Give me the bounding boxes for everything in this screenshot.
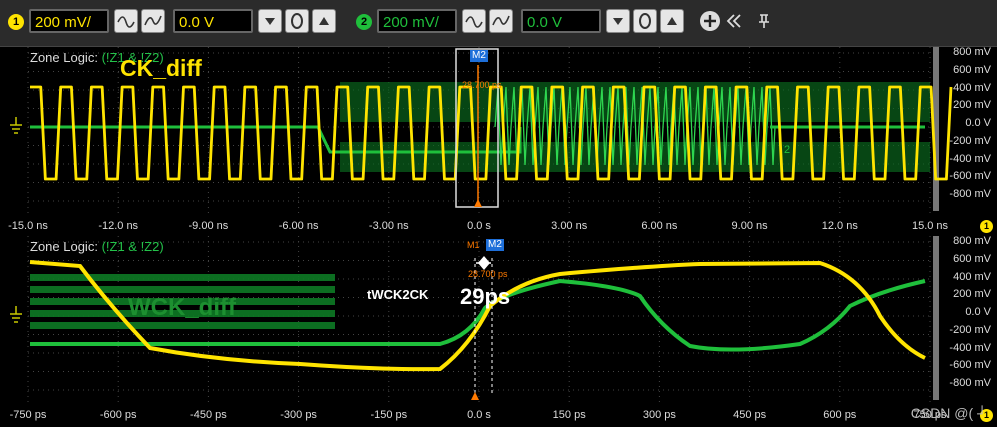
x-tick-label: -6.00 ns	[278, 220, 319, 232]
x-tick-label: 600 ps	[823, 409, 857, 421]
add-channel-icon[interactable]	[700, 11, 720, 31]
marker-delta-value: 28.700 ps	[468, 269, 508, 279]
signal-name-wck-diff: WCK_diff	[128, 294, 236, 321]
marker-m2-value: 28.700 ps	[462, 80, 502, 90]
watermark: CSDN @( ┘	[910, 405, 987, 421]
marker-m2-tag[interactable]: M2	[470, 50, 488, 62]
x-tick-label: 12.0 ns	[821, 220, 858, 232]
x-tick-label: 150 ps	[552, 409, 586, 421]
y-tick-label: 400 mV	[953, 270, 991, 283]
y-tick-label: -600 mV	[949, 359, 991, 372]
zero-icon[interactable]	[633, 9, 657, 33]
dc-coupling-icon[interactable]	[489, 9, 513, 33]
zero-icon[interactable]	[285, 9, 309, 33]
x-tick-label: 6.00 ns	[641, 220, 678, 232]
ch2-offset-field[interactable]: 0.0 V	[521, 9, 601, 33]
y-tick-label: -800 mV	[949, 377, 991, 389]
y-tick-label: 400 mV	[953, 81, 991, 94]
wck-eye-bar	[30, 322, 335, 329]
y-tick-label: 0.0 V	[965, 306, 991, 318]
twck2ck-value: 29ps	[460, 284, 511, 309]
decrease-icon[interactable]	[258, 9, 282, 33]
pin-icon[interactable]	[754, 11, 774, 31]
collapse-icon[interactable]	[724, 11, 744, 31]
y-tick-label: -400 mV	[949, 152, 991, 165]
decrease-icon[interactable]	[606, 9, 630, 33]
ac-coupling-icon[interactable]	[462, 9, 486, 33]
wck-eye-bar	[30, 286, 335, 293]
ch1-offset-field[interactable]: 0.0 V	[173, 9, 253, 33]
signal-name-ck-diff: CK_diff	[120, 55, 202, 81]
y-tick-label: -600 mV	[949, 170, 991, 183]
increase-icon[interactable]	[660, 9, 684, 33]
zone-logic-label: Zone Logic: (!Z1 & !Z2)	[30, 239, 164, 254]
channel-2-badge[interactable]: 2	[356, 14, 372, 30]
wck-eye-bar	[30, 274, 335, 281]
x-tick-label: -9.00 ns	[188, 220, 229, 232]
dc-coupling-icon[interactable]	[141, 9, 165, 33]
y-tick-label: -800 mV	[949, 188, 991, 200]
y-tick-label: 200 mV	[953, 288, 991, 301]
y-tick-label: 600 mV	[953, 252, 991, 265]
x-tick-label: 0.0 s	[467, 409, 491, 421]
x-tick-label: 15.0 ns	[911, 220, 949, 232]
marker-m1-tag[interactable]: M1	[467, 240, 480, 250]
ch2-scale-field[interactable]: 200 mV/	[377, 9, 457, 33]
y-tick-label: 200 mV	[953, 99, 991, 112]
ch1-scale-field[interactable]: 200 mV/	[29, 9, 109, 33]
y-tick-label: -400 mV	[949, 341, 991, 354]
top-waveform-panel[interactable]: Zone Logic: (!Z1 & !Z2) CK_diff M2 28.70…	[0, 46, 997, 217]
x-tick-label: -3.00 ns	[368, 220, 409, 232]
channel-1-badge[interactable]: 1	[8, 14, 24, 30]
x-tick-label: -750 ps	[9, 409, 47, 421]
channel-toolbar: 1 200 mV/ 0.0 V 2 200 mV/ 0.0 V	[0, 0, 997, 47]
bottom-waveform-panel[interactable]: Zone Logic: (!Z1 & !Z2) WCK_diff M1 M2 2…	[0, 235, 997, 406]
y-tick-label: 800 mV	[953, 46, 991, 58]
top-x-axis: -15.0 ns -12.0 ns -9.00 ns -6.00 ns -3.00 ns…	[0, 218, 997, 236]
x-tick-label: 300 ps	[642, 409, 676, 421]
x-tick-label: 3.00 ns	[551, 220, 588, 232]
x-tick-label: -300 ps	[280, 409, 317, 421]
x-tick-label: 450 ps	[733, 409, 767, 421]
y-tick-label: -200 mV	[949, 134, 991, 147]
y-tick-label: 800 mV	[953, 235, 991, 247]
x-tick-label: 9.00 ns	[731, 220, 768, 232]
marker-m2-tag[interactable]: M2	[486, 239, 504, 251]
bottom-x-axis: -750 ps -600 ps -450 ps -300 ps -150 ps 0.0 s…	[0, 407, 997, 427]
x-tick-label: -15.0 ns	[8, 220, 48, 232]
x-tick-label: -150 ps	[370, 409, 408, 421]
y-tick-label: 0.0 V	[965, 117, 991, 129]
x-tick-label: -12.0 ns	[98, 220, 139, 232]
twck2ck-label: tWCK2CK	[367, 287, 429, 302]
ac-coupling-icon[interactable]	[114, 9, 138, 33]
x-tick-label: 0.0 s	[467, 220, 491, 232]
increase-icon[interactable]	[312, 9, 336, 33]
y-tick-label: -200 mV	[949, 323, 991, 336]
top-axis-badge[interactable]: 1	[980, 220, 993, 233]
y-scale-bar	[933, 236, 939, 400]
zone-2-flag: 2	[784, 144, 791, 156]
x-tick-label: -600 ps	[99, 409, 137, 421]
x-tick-label: -450 ps	[190, 409, 227, 421]
y-tick-label: 600 mV	[953, 63, 991, 76]
